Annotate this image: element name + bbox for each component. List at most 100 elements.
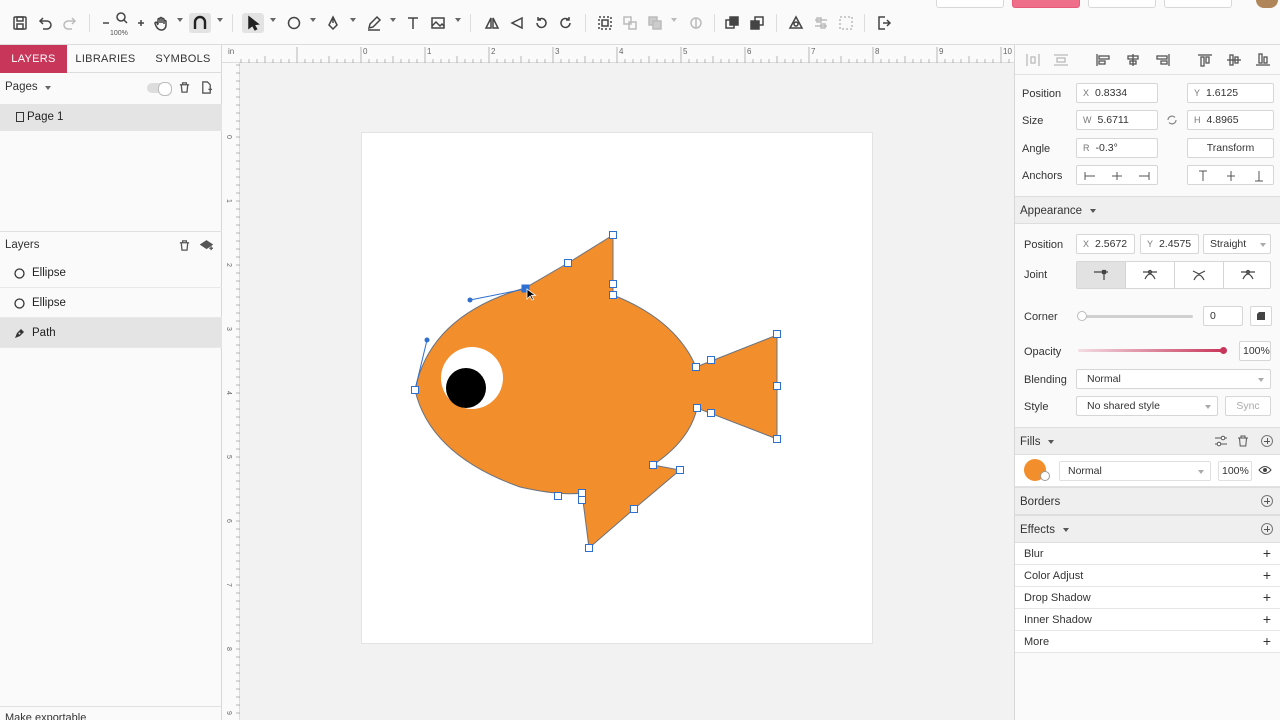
top-action-button-4[interactable] <box>1164 0 1232 8</box>
joint-asymmetric-icon[interactable] <box>1224 262 1271 288</box>
ellipse-icon[interactable] <box>283 13 305 33</box>
node-x-field[interactable]: X 2.5672 <box>1076 234 1135 254</box>
anchor-node[interactable] <box>578 496 586 504</box>
opacity-slider-handle[interactable] <box>1220 347 1227 354</box>
layer-row-selected[interactable]: Path <box>0 318 222 348</box>
add-border-icon[interactable] <box>1261 495 1273 507</box>
mask-icon[interactable] <box>685 13 707 33</box>
fill-settings-icon[interactable] <box>1214 435 1228 450</box>
pen-icon[interactable] <box>322 13 344 33</box>
rotate-right-icon[interactable] <box>555 13 577 33</box>
fill-opacity-field[interactable]: 100% <box>1218 461 1252 481</box>
bezier-handle[interactable] <box>467 297 473 303</box>
anchor-node[interactable] <box>554 492 562 500</box>
page-item[interactable]: Page 1 <box>0 104 222 131</box>
send-backward-icon[interactable] <box>746 13 768 33</box>
tab-layers[interactable]: LAYERS <box>0 45 67 73</box>
hand-icon[interactable] <box>150 13 172 33</box>
align-center-horizontal-icon[interactable] <box>1125 53 1141 67</box>
anchor-node[interactable] <box>676 466 684 474</box>
anchor-middle-icon[interactable] <box>1218 166 1244 186</box>
delete-fill-icon[interactable] <box>1237 435 1249 450</box>
shared-style-select[interactable]: No shared style <box>1076 396 1218 416</box>
eye-pupil[interactable] <box>446 368 486 408</box>
corner-slider[interactable] <box>1081 315 1193 318</box>
anchor-node[interactable] <box>692 363 700 371</box>
anchor-center-icon[interactable] <box>1104 166 1130 186</box>
rotate-left-icon[interactable] <box>530 13 552 33</box>
angle-field[interactable]: R -0.3° <box>1076 138 1158 158</box>
flip-horizontal-icon[interactable] <box>481 13 503 33</box>
layer-row[interactable]: Ellipse <box>0 288 222 318</box>
anchor-node[interactable] <box>578 489 586 497</box>
anchor-node[interactable] <box>585 544 593 552</box>
anchor-right-icon[interactable] <box>1131 166 1157 186</box>
flip-vertical-icon[interactable] <box>506 13 528 33</box>
tab-libraries[interactable]: LIBRARIES <box>67 45 144 73</box>
fill-blend-select[interactable]: Normal <box>1059 461 1211 481</box>
y-field[interactable]: Y 1.6125 <box>1187 83 1274 103</box>
width-field[interactable]: W 5.6711 <box>1076 110 1158 130</box>
tab-symbols[interactable]: SYMBOLS <box>144 45 222 73</box>
anchor-node[interactable] <box>773 382 781 390</box>
align-right-icon[interactable] <box>1155 53 1171 67</box>
distribute-horizontal-icon[interactable] <box>1025 53 1041 67</box>
fills-section-header[interactable]: Fills <box>1015 427 1280 455</box>
crop-icon[interactable] <box>835 13 857 33</box>
pencil-icon[interactable] <box>363 13 385 33</box>
symbol-icon[interactable] <box>785 13 807 33</box>
anchor-node[interactable] <box>773 435 781 443</box>
component-icon[interactable] <box>810 13 832 33</box>
pages-dropdown-icon[interactable] <box>45 86 51 90</box>
add-page-icon[interactable] <box>199 80 213 94</box>
x-field[interactable]: X 0.8334 <box>1076 83 1158 103</box>
appearance-section-header[interactable]: Appearance <box>1015 196 1280 224</box>
delete-layer-icon[interactable] <box>177 238 191 252</box>
anchor-node[interactable] <box>707 356 715 364</box>
add-icon[interactable]: + <box>1263 611 1271 627</box>
effect-more[interactable]: More + <box>1015 631 1280 653</box>
borders-section-header[interactable]: Borders <box>1015 487 1280 515</box>
blending-select[interactable]: Normal <box>1076 369 1271 389</box>
align-bottom-icon[interactable] <box>1255 53 1271 67</box>
pointer-icon[interactable] <box>242 13 264 33</box>
joint-mirrored-icon[interactable] <box>1126 262 1175 288</box>
opacity-slider[interactable] <box>1078 349 1224 352</box>
top-action-button-2[interactable] <box>1012 0 1080 8</box>
canvas[interactable] <box>240 63 1014 720</box>
sync-button[interactable]: Sync <box>1225 396 1271 416</box>
anchor-node[interactable] <box>649 461 657 469</box>
layer-row[interactable]: Ellipse <box>0 258 222 288</box>
group-icon[interactable] <box>594 13 616 33</box>
transform-button[interactable]: Transform <box>1187 138 1274 158</box>
zoom-in-icon[interactable] <box>130 13 152 33</box>
boolean-icon[interactable] <box>644 13 666 33</box>
corner-field[interactable]: 0 <box>1203 306 1243 326</box>
effect-inner-shadow[interactable]: Inner Shadow + <box>1015 609 1280 631</box>
effects-section-header[interactable]: Effects <box>1015 515 1280 543</box>
export-icon[interactable] <box>873 13 895 33</box>
bezier-handle[interactable] <box>424 337 430 343</box>
corner-style-icon[interactable] <box>1250 306 1272 326</box>
bring-forward-icon[interactable] <box>721 13 743 33</box>
node-type-select[interactable]: Straight <box>1203 234 1271 254</box>
distribute-vertical-icon[interactable] <box>1053 53 1069 67</box>
anchor-node[interactable] <box>564 259 572 267</box>
anchor-node[interactable] <box>609 231 617 239</box>
add-icon[interactable]: + <box>1263 545 1271 561</box>
eyedropper-icon[interactable] <box>1040 471 1050 481</box>
add-effect-icon[interactable] <box>1261 523 1273 535</box>
ungroup-icon[interactable] <box>619 13 641 33</box>
corner-slider-handle[interactable] <box>1077 311 1087 321</box>
top-action-button-1[interactable] <box>936 0 1004 8</box>
add-icon[interactable]: + <box>1263 567 1271 583</box>
anchor-top-icon[interactable] <box>1190 166 1216 186</box>
align-middle-icon[interactable] <box>1226 53 1242 67</box>
anchor-node[interactable] <box>411 386 419 394</box>
align-top-icon[interactable] <box>1197 53 1213 67</box>
add-icon[interactable]: + <box>1263 633 1271 649</box>
pages-title[interactable]: Pages <box>5 81 38 93</box>
anchor-bottom-icon[interactable] <box>1246 166 1272 186</box>
effect-drop-shadow[interactable]: Drop Shadow + <box>1015 587 1280 609</box>
effect-color-adjust[interactable]: Color Adjust + <box>1015 565 1280 587</box>
